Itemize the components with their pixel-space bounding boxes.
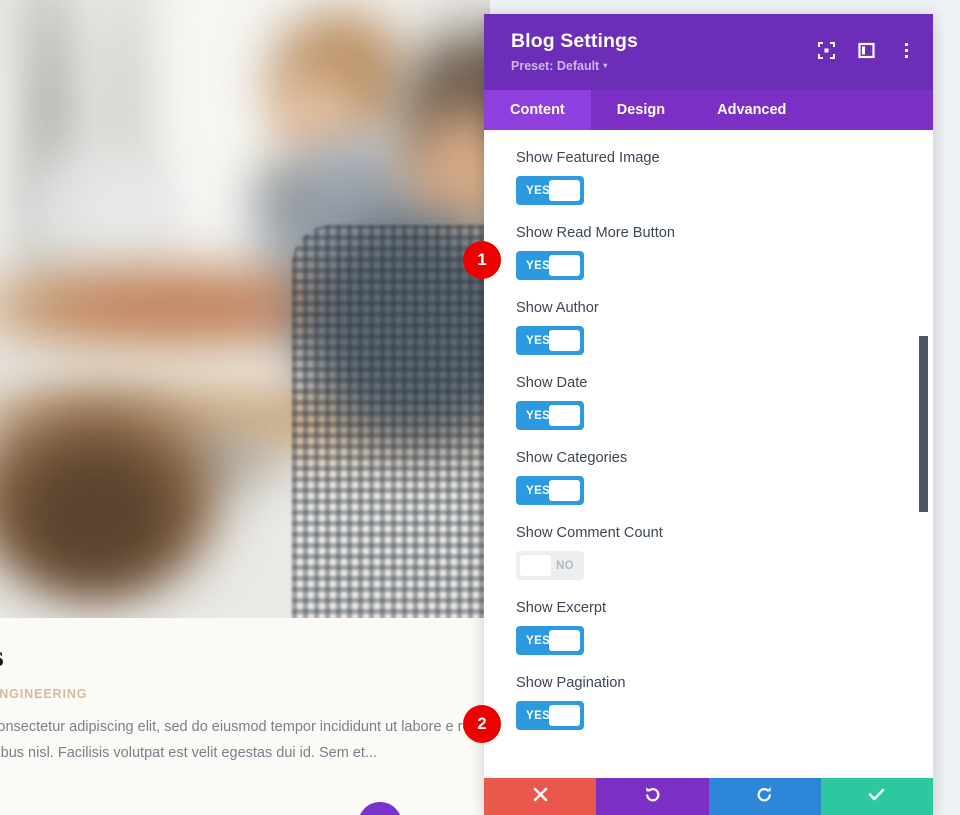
- toggle-knob: [520, 555, 551, 576]
- blog-settings-panel: Blog Settings Preset: Default ▾ Content …: [484, 14, 933, 815]
- panel-header: Blog Settings Preset: Default ▾: [484, 14, 933, 90]
- setting-label: Show Excerpt: [516, 600, 607, 616]
- toggle-switch[interactable]: YES: [516, 401, 584, 430]
- setting-row: Show Author YES: [484, 280, 933, 355]
- screen-root: s ENGINEERING et, consectetur adipiscing…: [0, 0, 960, 815]
- blog-post-preview: s ENGINEERING et, consectetur adipiscing…: [0, 618, 490, 815]
- x-icon: [533, 787, 548, 807]
- toggle-switch[interactable]: YES: [516, 326, 584, 355]
- close-button[interactable]: [484, 778, 597, 815]
- toggle-state-label: NO: [555, 559, 574, 572]
- tab-content[interactable]: Content: [484, 90, 591, 130]
- toggle-state-label: YES: [526, 709, 551, 722]
- panel-action-bar: [484, 778, 933, 815]
- setting-label: Show Date: [516, 375, 588, 391]
- post-title: s: [0, 640, 490, 673]
- setting-label: Show Author: [516, 300, 599, 316]
- setting-label: Show Comment Count: [516, 525, 663, 541]
- fullscreen-icon[interactable]: [817, 41, 835, 59]
- toggle-knob: [549, 330, 580, 351]
- toggle-knob: [549, 255, 580, 276]
- background-page: s ENGINEERING et, consectetur adipiscing…: [0, 0, 490, 815]
- toggle-switch[interactable]: YES: [516, 176, 584, 205]
- save-button[interactable]: [820, 778, 933, 815]
- callout-badge-1: 1: [463, 241, 501, 279]
- post-category-label: ENGINEERING: [0, 687, 88, 701]
- setting-row: Show Date YES: [484, 355, 933, 430]
- callout-badge-2: 2: [463, 705, 501, 743]
- toggle-switch[interactable]: YES: [516, 626, 584, 655]
- hero-image: [0, 0, 490, 618]
- toggle-knob: [549, 480, 580, 501]
- layout-panel-icon[interactable]: [857, 41, 875, 59]
- tab-bar: Content Design Advanced: [484, 90, 933, 130]
- header-icon-group: [817, 41, 915, 59]
- toggle-knob: [549, 180, 580, 201]
- chevron-down-icon: ▾: [603, 61, 608, 70]
- setting-row: Show Featured Image YES: [484, 130, 933, 205]
- setting-label: Show Read More Button: [516, 225, 675, 241]
- post-excerpt: et, consectetur adipiscing elit, sed do …: [0, 719, 486, 762]
- toggle-knob: [549, 705, 580, 726]
- setting-label: Show Featured Image: [516, 150, 660, 166]
- toggle-state-label: YES: [526, 409, 551, 422]
- toggle-knob: [549, 405, 580, 426]
- tab-advanced[interactable]: Advanced: [691, 90, 812, 130]
- setting-row: Show Read More Button YES: [484, 205, 933, 280]
- toggle-state-label: YES: [526, 184, 551, 197]
- redo-icon: [756, 786, 773, 808]
- toggle-knob: [549, 630, 580, 651]
- toggle-state-label: YES: [526, 259, 551, 272]
- toggle-state-label: YES: [526, 484, 551, 497]
- preset-label: Preset: Default: [511, 59, 600, 73]
- checkmark-icon: [868, 787, 885, 807]
- scrollbar-thumb[interactable]: [919, 336, 928, 512]
- scrollbar-track[interactable]: [919, 132, 928, 777]
- setting-row: Show Excerpt YES: [484, 580, 933, 655]
- toggle-switch[interactable]: YES: [516, 701, 584, 730]
- toggle-state-label: YES: [526, 634, 551, 647]
- setting-row: Show Comment Count NO: [484, 505, 933, 580]
- setting-label: Show Categories: [516, 450, 628, 466]
- toggle-state-label: YES: [526, 334, 551, 347]
- undo-icon: [644, 786, 661, 808]
- setting-row: Show Categories YES: [484, 430, 933, 505]
- toggle-switch[interactable]: YES: [516, 251, 584, 280]
- setting-row: Show Pagination YES: [484, 655, 933, 730]
- preset-selector[interactable]: Preset: Default ▾: [511, 59, 607, 73]
- tab-design[interactable]: Design: [591, 90, 691, 130]
- settings-list: Show Featured Image YES Show Read More But…: [484, 130, 933, 778]
- redo-button[interactable]: [708, 778, 821, 815]
- toggle-switch[interactable]: NO: [516, 551, 584, 580]
- toggle-switch[interactable]: YES: [516, 476, 584, 505]
- undo-button[interactable]: [596, 778, 709, 815]
- more-options-icon[interactable]: [897, 41, 915, 59]
- setting-label: Show Pagination: [516, 675, 626, 691]
